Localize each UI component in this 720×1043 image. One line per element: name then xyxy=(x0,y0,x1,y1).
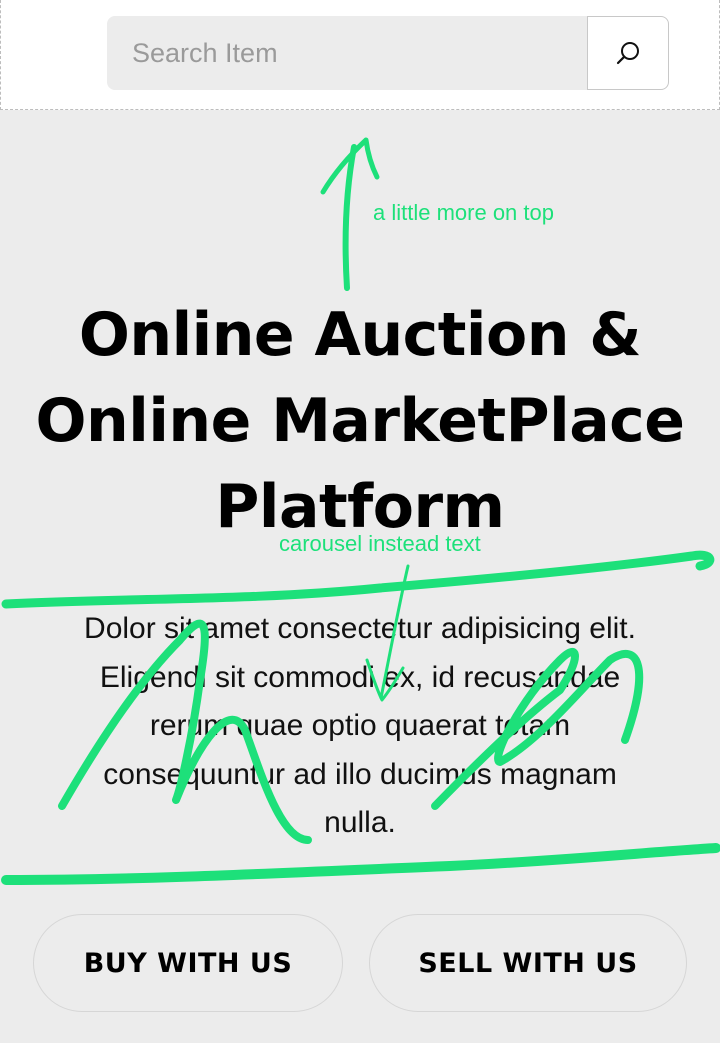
hero-description: Dolor sit amet consectetur adipisicing e… xyxy=(20,605,700,848)
buy-with-us-button[interactable]: BUY WITH US xyxy=(33,914,343,1012)
search-icon xyxy=(615,40,641,66)
page: Online Auction & Online MarketPlace Plat… xyxy=(0,0,720,1043)
hero-description-line: rerum quae optio quaerat totam xyxy=(149,709,571,742)
hero-description-line: Dolor sit amet consectetur adipisicing e… xyxy=(84,612,636,645)
search-button[interactable] xyxy=(587,16,669,90)
search-bar xyxy=(107,16,669,90)
strike-line-bottom xyxy=(1,843,720,885)
hero-title: Online Auction & Online MarketPlace Plat… xyxy=(0,292,720,550)
hero-description-line: Eligendi sit commodi ex, id recusandae xyxy=(99,660,621,694)
search-input[interactable] xyxy=(107,16,587,90)
hero-description-line: nulla. xyxy=(324,806,396,839)
up-arrow-icon xyxy=(342,144,357,291)
up-arrow-head xyxy=(320,137,380,195)
strike-line-top xyxy=(1,550,715,609)
annotation-carousel-note: carousel instead text xyxy=(279,531,481,556)
annotation-top-note: a little more on top xyxy=(373,200,554,225)
header-bar xyxy=(0,0,720,110)
sell-with-us-button[interactable]: SELL WITH US xyxy=(369,914,687,1012)
hero-description-line: consequuntur ad illo ducimus magnam xyxy=(103,757,617,791)
hero-title-line: Online MarketPlace xyxy=(35,386,685,456)
hero-title-line: Online Auction & xyxy=(78,300,642,370)
